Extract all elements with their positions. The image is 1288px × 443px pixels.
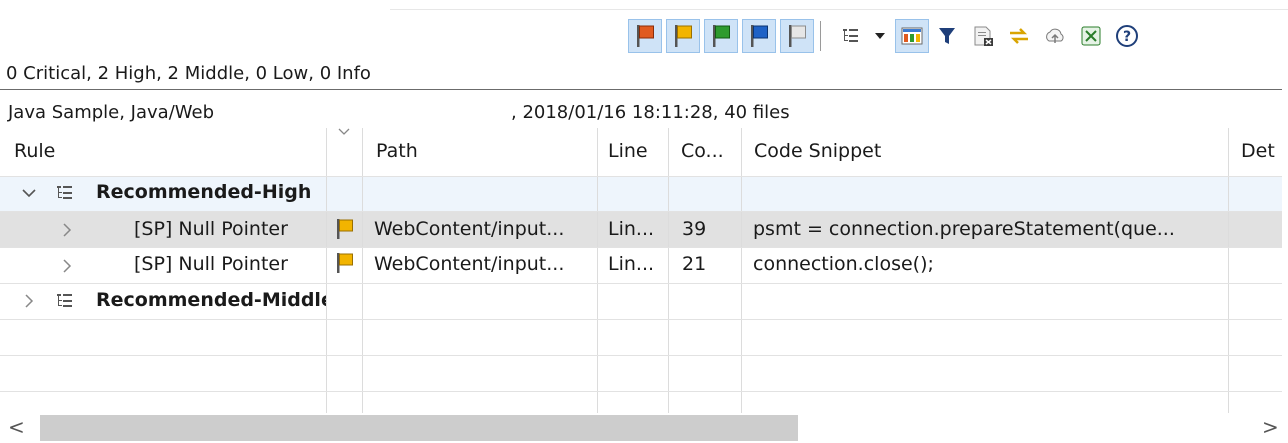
severity-summary: 0 Critical, 2 High, 2 Middle, 0 Low, 0 I…: [6, 63, 371, 84]
scrollbar-thumb[interactable]: [40, 415, 798, 441]
group-tree-icon: [57, 294, 72, 307]
count-cell: 21: [682, 253, 707, 275]
chevron-right-icon[interactable]: [24, 294, 34, 308]
toolbar-separator: [820, 21, 821, 51]
column-header-snippet[interactable]: Code Snippet: [754, 140, 881, 162]
dropdown-arrow-icon: [875, 33, 885, 39]
column-header-count[interactable]: Co...: [681, 140, 724, 162]
svg-text:?: ?: [1123, 29, 1131, 45]
columns-button[interactable]: [895, 19, 929, 53]
upload-icon: [1046, 28, 1064, 43]
filter-button[interactable]: [929, 19, 965, 53]
horizontal-scrollbar[interactable]: < >: [0, 413, 1288, 443]
summary-divider: [0, 89, 1282, 90]
table-row[interactable]: [SP] Null Pointer WebContent/input... Li…: [0, 211, 1282, 247]
low-flag-icon: [751, 25, 768, 47]
info-flag-button[interactable]: [780, 19, 814, 53]
chevron-down-icon[interactable]: [22, 189, 36, 199]
high-flag-icon: [337, 219, 353, 239]
row-divider: [0, 391, 1282, 392]
view-menu-dropdown[interactable]: [869, 19, 891, 53]
upload-button[interactable]: [1037, 19, 1073, 53]
table-row-group[interactable]: Recommended-High: [0, 176, 1282, 211]
tree-view-icon: [843, 29, 858, 42]
row-divider: [0, 355, 1282, 356]
group-label: Recommended-Middle: [96, 289, 326, 311]
export-icon: [974, 26, 993, 46]
chevron-right-icon[interactable]: [62, 259, 72, 273]
excel-icon: [1081, 26, 1101, 46]
column-header-line[interactable]: Line: [608, 140, 648, 162]
line-cell: Lin...: [608, 218, 655, 240]
table-row[interactable]: [SP] Null Pointer WebContent/input... Li…: [0, 247, 1282, 283]
project-name: Java Sample, Java/Web: [8, 102, 215, 123]
count-cell: 39: [682, 218, 707, 240]
excel-button[interactable]: [1073, 19, 1109, 53]
top-divider: [390, 9, 1288, 10]
snippet-cell: connection.close();: [753, 253, 934, 275]
rule-cell: [SP] Null Pointer: [134, 253, 288, 275]
sync-button[interactable]: [1001, 19, 1037, 53]
export-button[interactable]: [965, 19, 1001, 53]
middle-flag-button[interactable]: [704, 19, 738, 53]
rule-cell: [SP] Null Pointer: [134, 218, 288, 240]
column-header-detail[interactable]: Det: [1241, 140, 1275, 162]
middle-flag-icon: [713, 25, 730, 47]
group-tree-icon: [57, 186, 72, 199]
filter-icon: [939, 28, 955, 44]
columns-icon: [901, 27, 923, 45]
high-flag-icon: [675, 25, 692, 47]
group-label: Recommended-High: [96, 181, 312, 203]
tree-view-button[interactable]: [833, 19, 869, 53]
column-header-rule[interactable]: Rule: [14, 140, 55, 162]
high-flag-icon: [337, 253, 353, 273]
snippet-cell: psmt = connection.prepareStatement(que..…: [753, 218, 1175, 240]
scroll-left-arrow[interactable]: <: [8, 415, 25, 439]
chevron-right-icon[interactable]: [62, 223, 72, 237]
help-icon: ?: [1116, 25, 1138, 47]
line-cell: Lin...: [608, 253, 655, 275]
path-cell: WebContent/input...: [374, 218, 565, 240]
high-flag-button[interactable]: [666, 19, 700, 53]
low-flag-button[interactable]: [742, 19, 776, 53]
sort-chevron-icon[interactable]: [337, 127, 351, 137]
scroll-right-arrow[interactable]: >: [1262, 415, 1279, 439]
help-button[interactable]: ?: [1109, 19, 1145, 53]
path-cell: WebContent/input...: [374, 253, 565, 275]
critical-flag-button[interactable]: [628, 19, 662, 53]
critical-flag-icon: [637, 25, 654, 47]
toolbar: ?: [628, 18, 1145, 54]
sync-icon: [1010, 28, 1028, 44]
row-divider: [0, 319, 1282, 320]
table-row-group[interactable]: Recommended-Middle: [0, 283, 1282, 319]
column-header-path[interactable]: Path: [376, 140, 418, 162]
analysis-meta: , 2018/01/16 18:11:28, 40 files: [511, 102, 790, 123]
info-flag-icon: [789, 25, 806, 47]
